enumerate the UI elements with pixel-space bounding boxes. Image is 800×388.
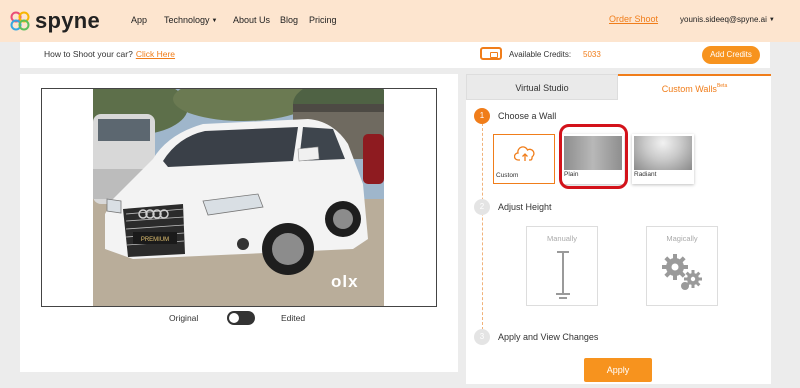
info-bar: How to Shoot your car? Click Here Availab… [20,42,770,68]
wall-label-radiant: Radiant [634,171,657,178]
user-menu-dropdown[interactable]: younis.sideeq@spyne.ai ▼ [680,15,775,24]
height-option-magic[interactable]: Magically [646,226,718,306]
tab-custom-walls[interactable]: Custom WallsBeta [618,74,771,100]
top-navbar: spyne App Technology ▼ About Us Blog Pric… [0,0,800,42]
caret-down-icon: ▼ [211,17,218,24]
olx-watermark: olx [331,272,359,291]
credits-value: 5033 [583,50,601,59]
nav-about-link[interactable]: About Us [233,15,270,25]
wallet-icon [480,47,502,60]
wall-option-radiant[interactable]: Radiant [632,134,694,184]
brand-name: spyne [35,8,101,33]
original-edited-toggle-row: Original Edited [169,311,329,327]
nav-pricing-link[interactable]: Pricing [309,15,337,25]
toggle-original-label: Original [169,313,199,323]
add-credits-button[interactable]: Add Credits [702,46,760,64]
tab-custom-walls-label: Custom Walls [661,84,717,94]
caret-down-icon: ▼ [768,16,775,23]
order-shoot-link[interactable]: Order Shoot [609,14,658,24]
howto-label: How to Shoot your car? [44,49,133,59]
height-slider-icon [556,251,570,299]
wall-label-custom: Custom [496,172,519,179]
preview-panel: PREMIUM olx Original Edited [20,74,458,372]
spyne-logo[interactable]: spyne [9,8,100,34]
cloud-upload-icon [514,146,535,161]
gears-icon [662,254,702,290]
nav-blog-link[interactable]: Blog [280,15,298,25]
spyne-logo-icon [10,11,30,31]
step-2-badge: 2 [474,199,490,215]
beta-badge: Beta [716,83,728,89]
nav-technology-label: Technology [164,15,210,25]
credits-label: Available Credits: [509,50,572,59]
nav-technology-dropdown[interactable]: Technology ▼ [164,15,218,25]
step-3-badge: 3 [474,329,490,345]
wall-thumb-custom [496,137,554,171]
toggle-knob [229,313,239,323]
highlight-circle-annotation [559,124,628,189]
wall-option-custom[interactable]: Custom [493,134,555,184]
steps-connector [482,118,483,330]
nav-app-link[interactable]: App [131,15,147,25]
step-1-title: Choose a Wall [498,111,557,121]
step-2-title: Adjust Height [498,202,552,212]
user-email: younis.sideeq@spyne.ai [680,15,767,24]
apply-button[interactable]: Apply [584,358,652,382]
step-3-title: Apply and View Changes [498,332,599,342]
tab-virtual-studio[interactable]: Virtual Studio [466,74,618,100]
svg-text:PREMIUM: PREMIUM [141,237,169,243]
wall-thumb-radiant [634,136,692,170]
options-panel: Virtual Studio Custom WallsBeta 1 Choose… [466,74,771,384]
original-edited-toggle[interactable] [227,311,255,325]
car-image-frame: PREMIUM olx [41,88,437,307]
car-photo: PREMIUM olx [93,89,384,306]
height-magic-label: Magically [666,234,698,243]
height-manual-label: Manually [546,234,577,243]
howto-text: How to Shoot your car? Click Here [44,49,175,59]
toggle-edited-label: Edited [281,313,306,323]
height-option-manual[interactable]: Manually [526,226,598,306]
step-1-badge: 1 [474,108,490,124]
howto-click-here-link[interactable]: Click Here [136,49,175,59]
